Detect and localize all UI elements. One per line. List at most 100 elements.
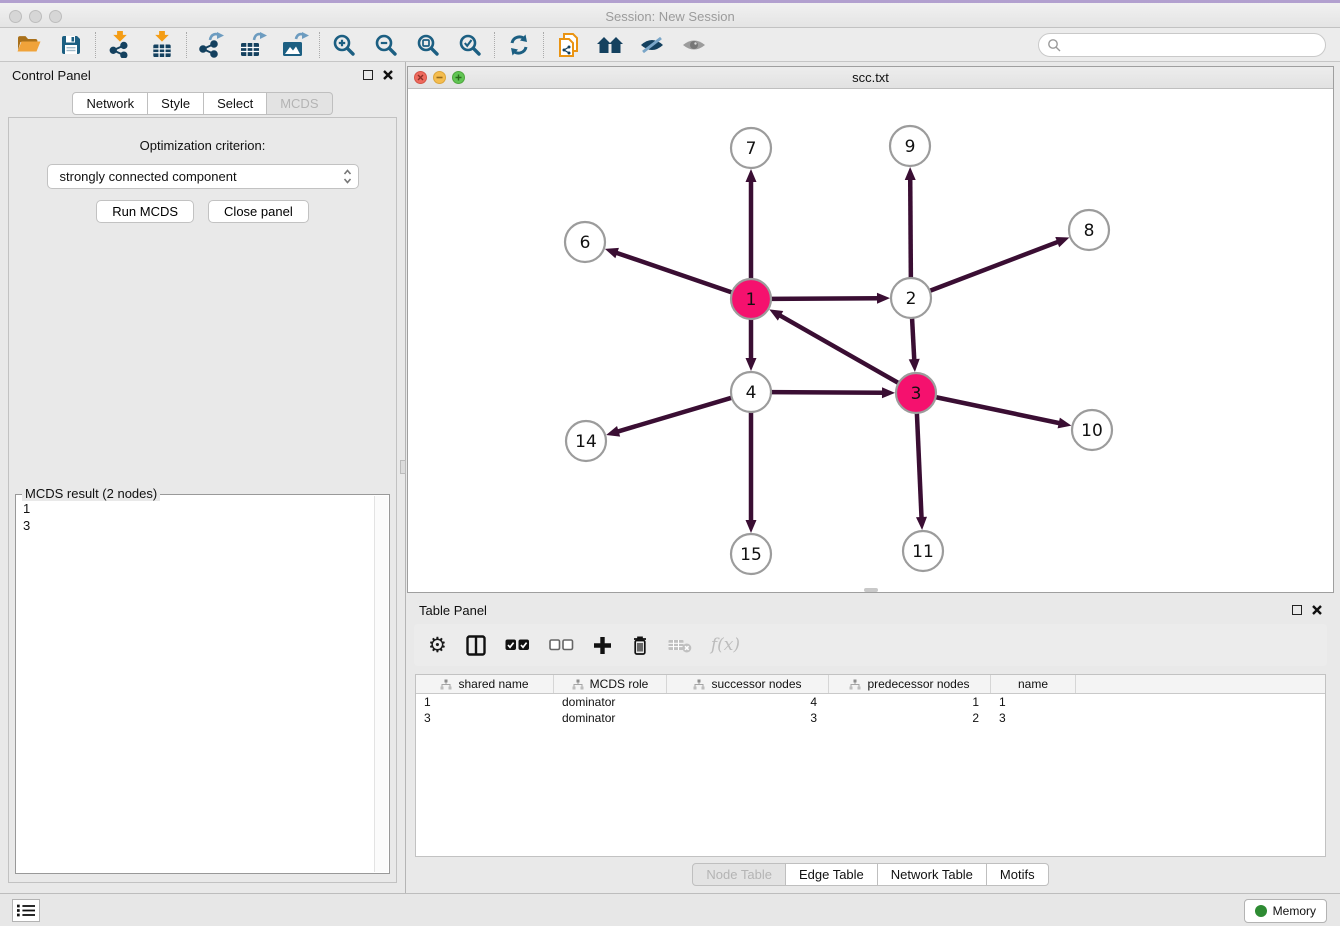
table-cell[interactable]: 3 xyxy=(991,710,1076,726)
graph-edge-1-2[interactable] xyxy=(771,298,880,299)
graph-node-label: 4 xyxy=(746,383,757,403)
tab-motifs[interactable]: Motifs xyxy=(987,863,1049,886)
tab-network[interactable]: Network xyxy=(72,92,148,115)
refresh-icon xyxy=(507,34,531,56)
column-header-name[interactable]: name xyxy=(991,675,1076,693)
graph-node-label: 3 xyxy=(911,384,922,404)
graph-edge-4-3[interactable] xyxy=(771,392,885,393)
result-scrollbar[interactable] xyxy=(374,496,388,872)
tab-edge-table[interactable]: Edge Table xyxy=(786,863,878,886)
table-row[interactable]: 1dominator411 xyxy=(416,694,1325,710)
graph-edge-2-3[interactable] xyxy=(912,318,914,362)
function-builder-button[interactable]: f(x) xyxy=(711,635,740,655)
apply-layout-button[interactable] xyxy=(589,30,631,60)
toolbar-separator xyxy=(543,32,544,58)
open-session-button[interactable] xyxy=(8,30,50,60)
window-titlebar: Session: New Session xyxy=(0,0,1340,28)
graph-edge-1-6[interactable] xyxy=(614,252,732,292)
columns-icon xyxy=(466,635,486,656)
export-network-button[interactable] xyxy=(190,30,232,60)
control-panel: Control Panel NetworkStyleSelectMCDS Opt… xyxy=(0,62,406,893)
network-view-window: scc.txt 7968124314101511 xyxy=(407,66,1334,593)
tab-style[interactable]: Style xyxy=(148,92,204,115)
graph-node-label: 15 xyxy=(740,545,762,565)
table-settings-button[interactable]: ⚙ xyxy=(428,635,447,656)
zoom-fit-button[interactable] xyxy=(407,30,449,60)
export-image-button[interactable] xyxy=(274,30,316,60)
import-network-button[interactable] xyxy=(99,30,141,60)
table-cell[interactable]: dominator xyxy=(554,710,667,726)
graph-node-label: 2 xyxy=(906,289,917,309)
table-cell[interactable]: 1 xyxy=(991,694,1076,710)
zoom-in-button[interactable] xyxy=(323,30,365,60)
close-table-panel-icon[interactable] xyxy=(1312,605,1322,615)
tab-mcds[interactable]: MCDS xyxy=(267,92,332,115)
zoom-selected-button[interactable] xyxy=(449,30,491,60)
table-panel-header: Table Panel xyxy=(407,597,1334,623)
toolbar-separator xyxy=(494,32,495,58)
import-table-button[interactable] xyxy=(141,30,183,60)
column-header-shared-name[interactable]: shared name xyxy=(416,675,554,693)
graph-edge-3-1[interactable] xyxy=(778,314,899,383)
table-cell[interactable]: 1 xyxy=(829,694,991,710)
column-header-successor-nodes[interactable]: successor nodes xyxy=(667,675,829,693)
deselect-all-columns-button[interactable] xyxy=(549,638,574,652)
mcds-result-text: 1 3 xyxy=(23,500,30,534)
export-network-icon xyxy=(197,32,225,58)
search-icon xyxy=(1047,38,1061,52)
graph-edge-4-14[interactable] xyxy=(616,398,732,432)
task-history-button[interactable] xyxy=(12,899,40,922)
zoom-fit-icon xyxy=(416,33,440,57)
run-mcds-button[interactable]: Run MCDS xyxy=(96,200,194,223)
graph-node-label: 10 xyxy=(1081,421,1103,441)
show-columns-button[interactable] xyxy=(466,635,486,656)
refresh-button[interactable] xyxy=(498,30,540,60)
tab-node-table[interactable]: Node Table xyxy=(692,863,786,886)
export-table-button[interactable] xyxy=(232,30,274,60)
table-cell[interactable]: 2 xyxy=(829,710,991,726)
table-cell[interactable]: 4 xyxy=(667,694,829,710)
network-graph[interactable]: 7968124314101511 xyxy=(408,89,1333,592)
select-all-columns-button[interactable] xyxy=(505,638,530,652)
float-panel-icon[interactable] xyxy=(363,70,373,80)
table-cell[interactable]: dominator xyxy=(554,694,667,710)
column-header-predecessor-nodes[interactable]: predecessor nodes xyxy=(829,675,991,693)
table-cell[interactable]: 1 xyxy=(416,694,554,710)
table-toolbar: ⚙ xyxy=(414,624,1327,666)
memory-button[interactable]: Memory xyxy=(1244,899,1327,923)
tab-network-table[interactable]: Network Table xyxy=(878,863,987,886)
graph-edge-3-11[interactable] xyxy=(917,413,922,520)
canvas-scrollbar-thumb[interactable] xyxy=(864,588,878,592)
column-header-label: predecessor nodes xyxy=(867,677,969,691)
float-table-panel-icon[interactable] xyxy=(1292,605,1302,615)
hide-graphics-details-button[interactable] xyxy=(673,30,715,60)
table-cell[interactable]: 3 xyxy=(416,710,554,726)
delete-table-button[interactable] xyxy=(668,637,692,653)
graph-node-label: 9 xyxy=(905,137,916,157)
network-canvas[interactable]: 7968124314101511 xyxy=(408,89,1333,592)
show-graphics-details-button[interactable] xyxy=(631,30,673,60)
search-input[interactable] xyxy=(1066,38,1317,52)
tab-select[interactable]: Select xyxy=(204,92,267,115)
table-row[interactable]: 3dominator323 xyxy=(416,710,1325,726)
close-panel-icon[interactable] xyxy=(383,70,393,80)
add-column-button[interactable] xyxy=(593,636,612,655)
delete-column-button[interactable] xyxy=(631,635,649,656)
search-field[interactable] xyxy=(1038,33,1326,57)
column-header-MCDS-role[interactable]: MCDS role xyxy=(554,675,667,693)
zoom-out-button[interactable] xyxy=(365,30,407,60)
criterion-select[interactable]: strongly connected component xyxy=(47,164,359,189)
panel-splitter-handle[interactable] xyxy=(400,460,406,474)
graph-edge-3-10[interactable] xyxy=(936,397,1062,424)
graph-edge-2-8[interactable] xyxy=(930,241,1060,291)
edge-arrowhead xyxy=(877,293,890,304)
close-panel-button[interactable]: Close panel xyxy=(208,200,309,223)
save-session-button[interactable] xyxy=(50,30,92,60)
node-table[interactable]: shared nameMCDS rolesuccessor nodes prede… xyxy=(415,674,1326,857)
mcds-result-title: MCDS result (2 nodes) xyxy=(22,486,160,501)
duplicate-network-button[interactable] xyxy=(547,30,589,60)
graph-edge-2-9[interactable] xyxy=(910,177,911,278)
network-window-titlebar[interactable]: scc.txt xyxy=(408,67,1333,89)
table-cell[interactable]: 3 xyxy=(667,710,829,726)
deselect-all-icon xyxy=(549,638,574,652)
